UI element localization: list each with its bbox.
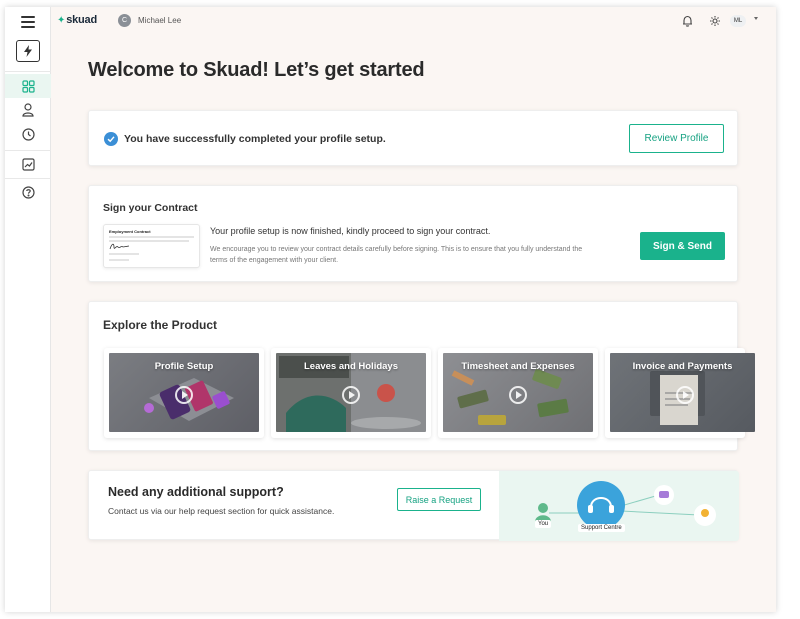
play-icon[interactable] (175, 386, 193, 404)
review-profile-button[interactable]: Review Profile (629, 124, 724, 153)
play-icon[interactable] (676, 386, 694, 404)
sidebar-item-help[interactable] (5, 180, 51, 204)
user-name[interactable]: Michael Lee (138, 16, 181, 25)
contract-main-text: Your profile setup is now finished, kind… (210, 226, 491, 236)
grid-icon (21, 79, 35, 93)
tile-profile-setup[interactable]: Profile Setup (104, 348, 264, 438)
signature-icon (109, 243, 130, 250)
page-title: Welcome to Skuad! Let’s get started (88, 59, 425, 81)
logo-text: skuad (66, 14, 97, 26)
check-circle-icon (104, 132, 118, 146)
tile-label: Invoice and Payments (632, 361, 733, 372)
support-illustration: You Support Centre (499, 471, 739, 541)
sign-and-send-button[interactable]: Sign & Send (640, 232, 725, 260)
chart-icon (21, 157, 35, 171)
bell-icon[interactable] (680, 14, 694, 28)
tile-label: Timesheet and Expenses (461, 361, 575, 372)
tile-invoice-and-payments[interactable]: Invoice and Payments (605, 348, 755, 438)
tile-label: Profile Setup (154, 361, 214, 372)
sidebar-divider (5, 71, 51, 72)
chevron-down-icon[interactable] (754, 17, 758, 20)
tile-leaves-and-holidays[interactable]: Leaves and Holidays (271, 348, 431, 438)
play-icon[interactable] (509, 386, 527, 404)
app-window: ✦ skuad C Michael Lee ML Welcome to Skua… (5, 7, 776, 612)
explore-card: Explore the Product Profile Setup Leaves… (88, 301, 755, 451)
sidebar (5, 7, 51, 612)
sidebar-item-dashboard[interactable] (5, 74, 51, 98)
user-icon (22, 103, 34, 117)
doc-title: Employment Contract (109, 229, 151, 234)
top-bar: ✦ skuad C Michael Lee ML (51, 7, 776, 35)
contract-card: Sign your Contract Employment Contract Y… (88, 185, 738, 282)
sidebar-divider (5, 150, 51, 151)
menu-icon[interactable] (21, 16, 35, 28)
contract-sub-text: We encourage you to review your contract… (210, 246, 583, 264)
tile-image: Invoice and Payments (610, 353, 755, 432)
explore-heading: Explore the Product (103, 318, 218, 332)
tile-label: Leaves and Holidays (304, 361, 398, 372)
contract-document-thumbnail[interactable]: Employment Contract (103, 224, 200, 268)
tile-timesheet-and-expenses[interactable]: Timesheet and Expenses (438, 348, 598, 438)
sidebar-item-history[interactable] (5, 122, 51, 146)
support-card: Need any additional support? Contact us … (88, 470, 739, 541)
sidebar-item-profile[interactable] (5, 98, 51, 122)
skuad-logo[interactable]: ✦ skuad (57, 14, 97, 26)
help-icon (21, 185, 35, 199)
profile-complete-message: You have successfully completed your pro… (124, 133, 386, 145)
gear-icon[interactable] (708, 14, 722, 28)
you-label: You (535, 520, 552, 528)
sidebar-divider (5, 178, 51, 179)
logo-mark-icon: ✦ (57, 14, 66, 26)
sidebar-item-analytics[interactable] (5, 152, 51, 176)
profile-complete-card: You have successfully completed your pro… (88, 110, 738, 166)
tile-image: Timesheet and Expenses (443, 353, 593, 432)
clock-icon (21, 127, 35, 141)
tile-image: Profile Setup (109, 353, 259, 432)
tile-image: Leaves and Holidays (276, 353, 426, 432)
user-avatar[interactable]: C (118, 14, 131, 27)
support-subtitle: Contact us via our help request section … (108, 506, 335, 516)
account-avatar[interactable]: ML (730, 15, 746, 27)
contract-heading: Sign your Contract (103, 202, 198, 214)
quick-actions-bolt-icon[interactable] (16, 40, 40, 62)
support-title: Need any additional support? (108, 485, 284, 499)
support-centre-label: Support Centre (578, 524, 625, 532)
raise-request-button[interactable]: Raise a Request (397, 488, 481, 511)
play-icon[interactable] (342, 386, 360, 404)
